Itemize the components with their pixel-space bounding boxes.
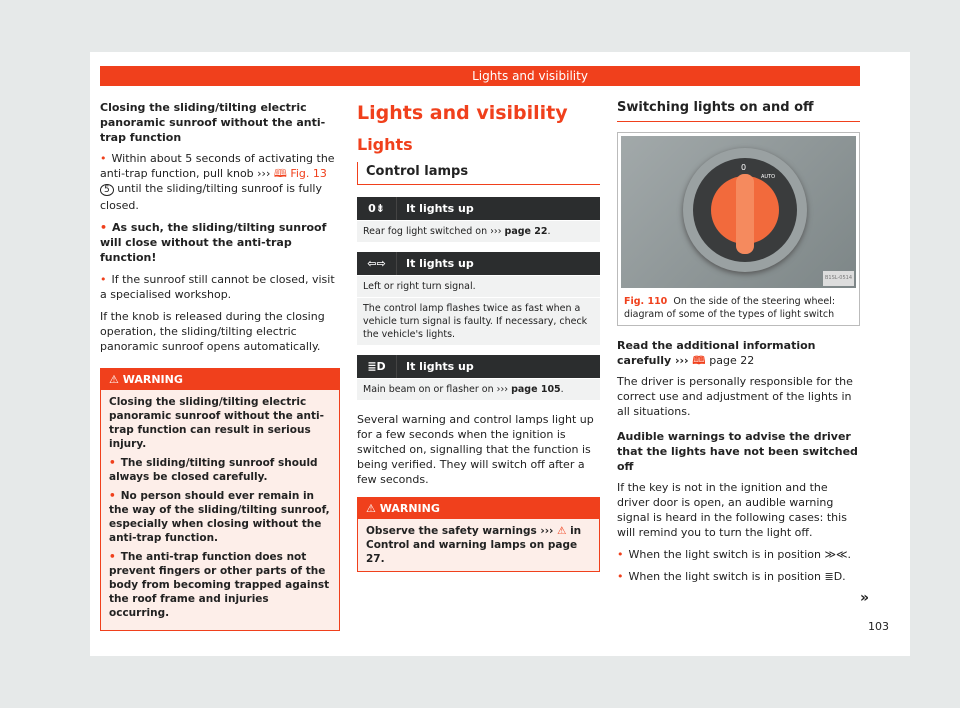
bullet: Within about 5 seconds of activating the… — [100, 151, 340, 213]
figure-number: Fig. 110 — [624, 296, 668, 307]
paragraph: If the knob is released during the closi… — [100, 310, 325, 353]
section-title: Switching lights on and off — [617, 100, 860, 122]
warning-item: The sliding/tilting sunroof should alway… — [109, 456, 331, 484]
paragraph: The driver is personally responsible for… — [617, 375, 853, 418]
callout-number: 5 — [100, 184, 114, 196]
left-column: Closing the sliding/tilting electric pan… — [100, 100, 340, 631]
continue-icon: » — [860, 590, 870, 606]
lamp-row: 0⇟ It lights up Rear fog light switched o… — [357, 197, 600, 242]
book-icon: 🕮 — [692, 354, 710, 367]
subheading: Audible warnings to advise the driver th… — [617, 430, 858, 473]
section-title: Control lamps — [357, 162, 600, 185]
warning-box: ⚠ WARNING Closing the sliding/tilting el… — [100, 368, 340, 631]
warning-icon: ⚠ — [366, 502, 380, 515]
page-link[interactable]: page 22 — [505, 226, 548, 237]
figure: 0 AUTO B1SL-0514 Fig. 110 On the side of… — [617, 132, 860, 326]
page-header: Lights and visibility — [100, 66, 860, 86]
bullet: When the light switch is in position ≫≪. — [617, 547, 860, 562]
warning-item: The anti-trap function does not prevent … — [109, 550, 331, 620]
bullet: When the light switch is in position ≣D. — [617, 569, 860, 584]
bullet: As such, the sliding/tilting sunroof wil… — [100, 220, 340, 265]
lamp-row: ⇦⇨ It lights up Left or right turn signal… — [357, 252, 600, 345]
warning-box: ⚠ WARNING Observe the safety warnings ››… — [357, 497, 600, 572]
book-icon: 🕮 — [273, 167, 291, 180]
lamp-row: ≣D It lights up Main beam on or flasher o… — [357, 355, 600, 400]
warning-icon: ⚠ — [109, 373, 123, 386]
page-link[interactable]: page 22 — [709, 354, 754, 367]
section-heading: Closing the sliding/tilting electric pan… — [100, 101, 326, 144]
read-info: Read the additional information carefull… — [617, 339, 816, 367]
main-beam-icon: ≣D — [357, 355, 397, 378]
warning-icon: ⚠ — [557, 525, 567, 537]
paragraph: Several warning and control lamps light … — [357, 413, 594, 486]
page-link[interactable]: page 105 — [511, 384, 561, 395]
paragraph: If the key is not in the ignition and th… — [617, 481, 847, 539]
fig-link[interactable]: Fig. 13 — [290, 167, 327, 180]
page-number: 103 — [868, 620, 889, 633]
bullet: If the sunroof still cannot be closed, v… — [100, 272, 340, 302]
turn-signal-icon: ⇦⇨ — [357, 252, 397, 275]
warning-item: No person should ever remain in the way … — [109, 489, 331, 545]
chapter-title: Lights and visibility — [357, 102, 568, 124]
light-switch-image: 0 AUTO B1SL-0514 — [621, 136, 856, 288]
subtitle: Lights — [357, 135, 413, 154]
middle-column: Lights and visibility Lights Control lam… — [357, 100, 600, 572]
rear-fog-light-icon: 0⇟ — [357, 197, 397, 220]
right-column: Switching lights on and off 0 AUTO B1SL-… — [617, 100, 860, 591]
